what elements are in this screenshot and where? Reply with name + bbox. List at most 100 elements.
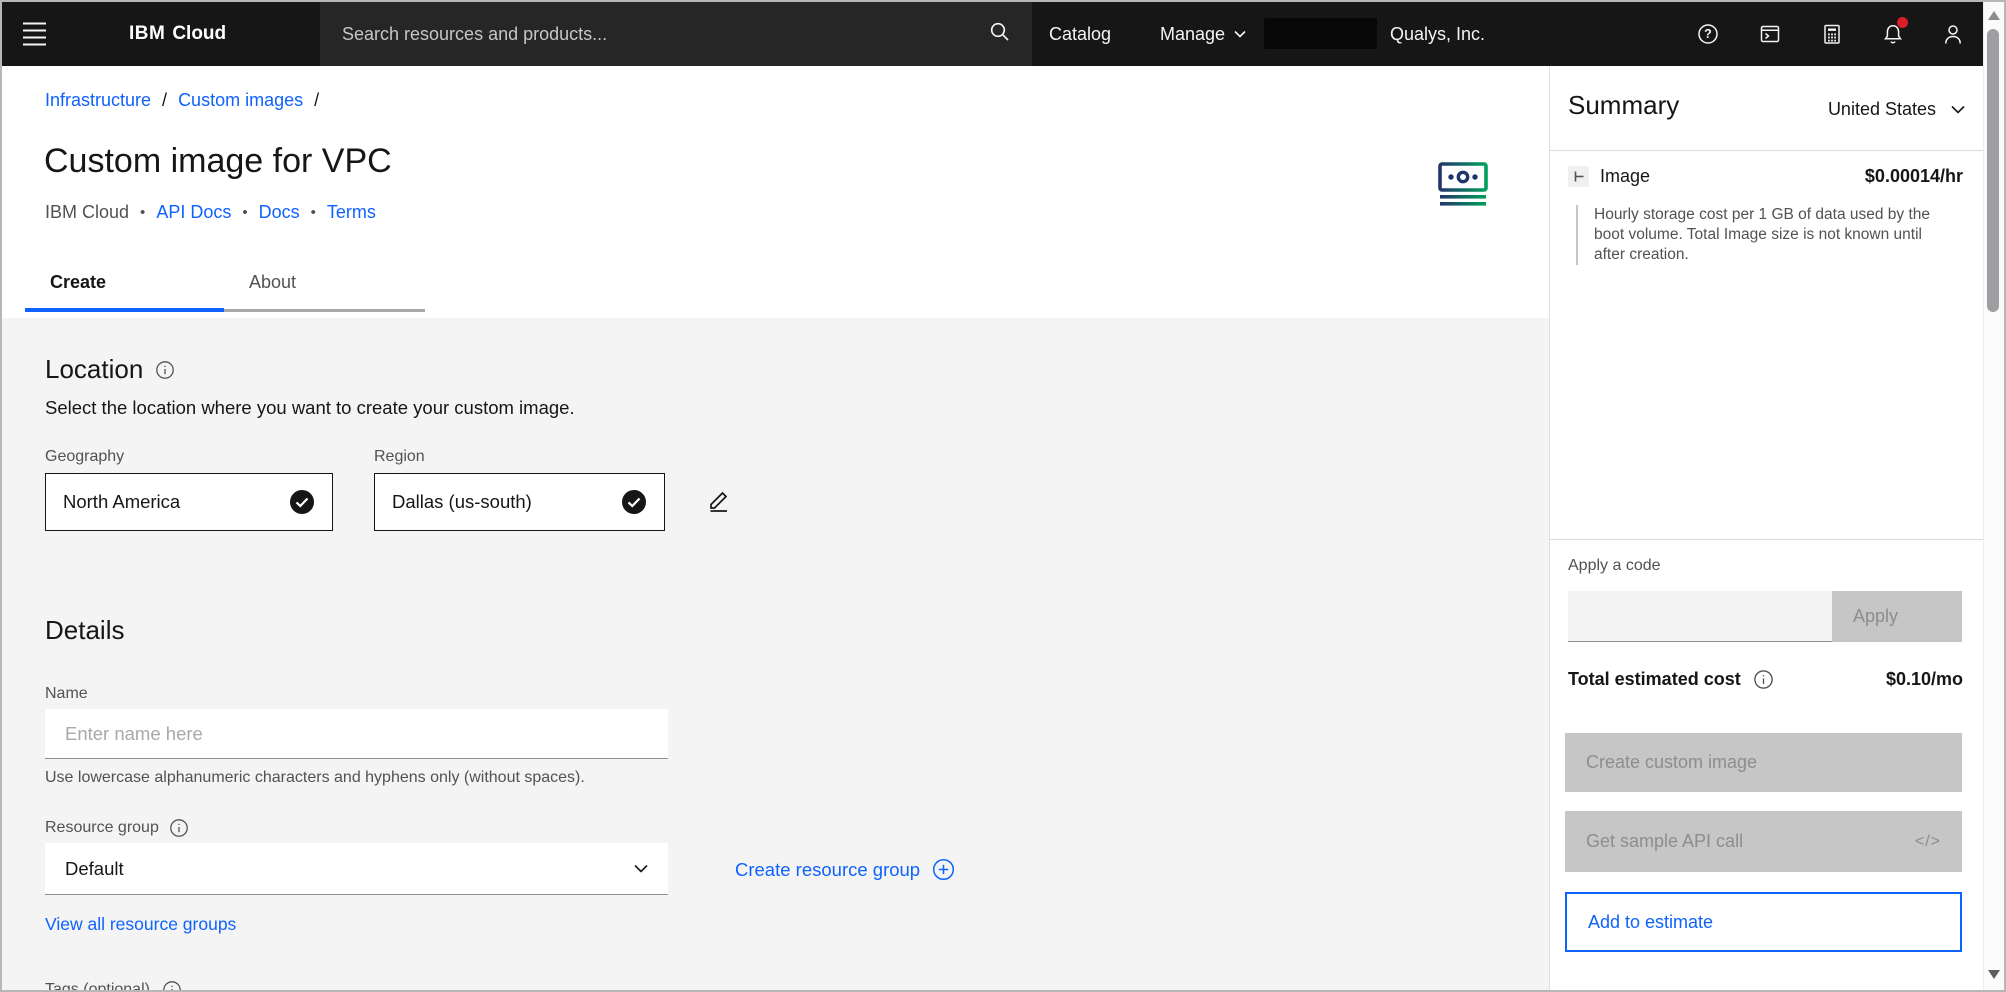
image-line-item-price: $0.00014/hr	[1865, 166, 1963, 187]
nav-manage[interactable]: Manage	[1160, 2, 1246, 66]
total-cost-label: Total estimated cost	[1568, 669, 1741, 690]
expand-row-icon[interactable]	[1568, 166, 1589, 187]
cost-estimator-icon[interactable]	[1820, 22, 1844, 46]
scrollbar-up-arrow[interactable]	[1988, 11, 2000, 20]
geography-label: Geography	[45, 448, 124, 466]
country-value: United States	[1828, 99, 1936, 120]
checkmark-icon	[289, 489, 315, 515]
bullet-separator: •	[140, 204, 145, 221]
page-subtitle: IBM Cloud • API Docs • Docs • Terms	[45, 202, 376, 223]
notification-badge	[1897, 17, 1908, 28]
apply-code-button[interactable]: Apply	[1832, 591, 1962, 642]
location-heading: Location	[45, 354, 143, 385]
region-label: Region	[374, 448, 425, 466]
add-circle-icon	[932, 858, 955, 881]
web-terminal-icon[interactable]	[1758, 22, 1782, 46]
apply-code-row: Apply	[1568, 591, 1962, 642]
name-helper-text: Use lowercase alphanumeric characters an…	[45, 769, 585, 787]
terms-link[interactable]: Terms	[327, 202, 376, 223]
logo-cloud-text: Cloud	[172, 23, 226, 45]
notifications-icon[interactable]	[1881, 22, 1905, 46]
global-search	[320, 2, 1032, 66]
add-to-estimate-button[interactable]: Add to estimate	[1565, 892, 1962, 952]
get-sample-api-call-button[interactable]: Get sample API call </>	[1565, 811, 1962, 872]
location-description: Select the location where you want to cr…	[45, 397, 575, 419]
resource-group-label: Resource group	[45, 819, 159, 837]
image-line-item-label: Image	[1600, 166, 1650, 187]
chevron-down-icon	[1951, 105, 1965, 114]
bullet-separator: •	[311, 204, 316, 221]
code-icon: </>	[1915, 833, 1941, 851]
ibm-cloud-logo[interactable]: IBM Cloud	[129, 2, 226, 66]
name-input[interactable]	[45, 709, 668, 759]
total-cost-value: $0.10/mo	[1886, 669, 1963, 690]
help-icon[interactable]: ?	[1696, 22, 1720, 46]
scrollbar-thumb[interactable]	[1987, 29, 1999, 312]
profile-icon[interactable]	[1941, 22, 1965, 46]
summary-panel: Summary United States Image $0.00014/hr …	[1549, 66, 1987, 992]
account-name: Qualys, Inc.	[1390, 2, 1485, 66]
tab-create[interactable]: Create	[25, 268, 224, 312]
get-sample-api-call-label: Get sample API call	[1586, 831, 1743, 852]
tab-bar: Create About	[25, 268, 425, 312]
breadcrumb: Infrastructure / Custom images /	[45, 90, 319, 111]
search-icon[interactable]	[988, 20, 1012, 49]
breadcrumb-custom-images[interactable]: Custom images	[178, 90, 303, 111]
summary-heading: Summary	[1568, 90, 1679, 121]
promo-code-input[interactable]	[1568, 591, 1832, 642]
custom-image-product-icon	[1438, 162, 1488, 213]
bullet-separator: •	[242, 204, 247, 221]
tab-about[interactable]: About	[224, 268, 425, 312]
details-section-heading: Details	[45, 615, 124, 646]
name-label: Name	[45, 685, 88, 703]
create-resource-group-label: Create resource group	[735, 859, 920, 881]
redacted-account-id	[1264, 18, 1377, 49]
country-select[interactable]: United States	[1828, 99, 1965, 120]
resource-group-select[interactable]: Default	[45, 843, 668, 895]
provider-label: IBM Cloud	[45, 202, 129, 223]
breadcrumb-separator: /	[314, 90, 319, 111]
nav-manage-label: Manage	[1160, 24, 1225, 45]
chevron-down-icon	[634, 864, 648, 873]
edit-location-icon[interactable]	[705, 485, 733, 516]
view-all-resource-groups-link[interactable]: View all resource groups	[45, 914, 236, 935]
summary-image-row: Image $0.00014/hr	[1568, 166, 1963, 187]
nav-catalog[interactable]: Catalog	[1049, 2, 1111, 66]
menu-icon[interactable]	[23, 23, 46, 46]
docs-link[interactable]: Docs	[259, 202, 300, 223]
tags-label-row: Tags (optional)	[45, 980, 182, 992]
divider	[1550, 150, 1987, 151]
page-scrollbar[interactable]	[1983, 2, 2004, 990]
details-heading: Details	[45, 615, 124, 646]
global-header: IBM Cloud Catalog Manage Qualys, Inc. ?	[2, 2, 2004, 66]
info-icon[interactable]	[1753, 669, 1774, 690]
tags-label: Tags (optional)	[45, 981, 150, 992]
chevron-down-icon	[1234, 30, 1246, 38]
create-custom-image-button[interactable]: Create custom image	[1565, 733, 1962, 792]
geography-value: North America	[63, 491, 180, 513]
scrollbar-down-arrow[interactable]	[1988, 970, 2000, 979]
info-icon[interactable]	[155, 360, 175, 380]
resource-group-label-row: Resource group	[45, 818, 189, 838]
page-title: Custom image for VPC	[44, 142, 392, 181]
search-input[interactable]	[342, 24, 988, 45]
create-resource-group-link[interactable]: Create resource group	[735, 858, 955, 881]
logo-ibm-text: IBM	[129, 23, 165, 45]
apply-code-label: Apply a code	[1568, 557, 1661, 575]
location-section-heading: Location	[45, 354, 175, 385]
ibm-cloud-console: IBM Cloud Catalog Manage Qualys, Inc. ?	[0, 0, 2006, 992]
breadcrumb-separator: /	[162, 90, 167, 111]
svg-text:?: ?	[1704, 27, 1712, 41]
info-icon[interactable]	[169, 818, 189, 838]
main-content: Infrastructure / Custom images / Custom …	[2, 66, 1549, 992]
region-value: Dallas (us-south)	[392, 491, 532, 513]
api-docs-link[interactable]: API Docs	[156, 202, 231, 223]
total-cost-row: Total estimated cost $0.10/mo	[1568, 669, 1963, 690]
geography-tile[interactable]: North America	[45, 473, 333, 531]
resource-group-value: Default	[65, 858, 124, 880]
breadcrumb-infrastructure[interactable]: Infrastructure	[45, 90, 151, 111]
checkmark-icon	[621, 489, 647, 515]
info-icon[interactable]	[162, 980, 182, 992]
region-tile[interactable]: Dallas (us-south)	[374, 473, 665, 531]
divider	[1550, 539, 1987, 540]
